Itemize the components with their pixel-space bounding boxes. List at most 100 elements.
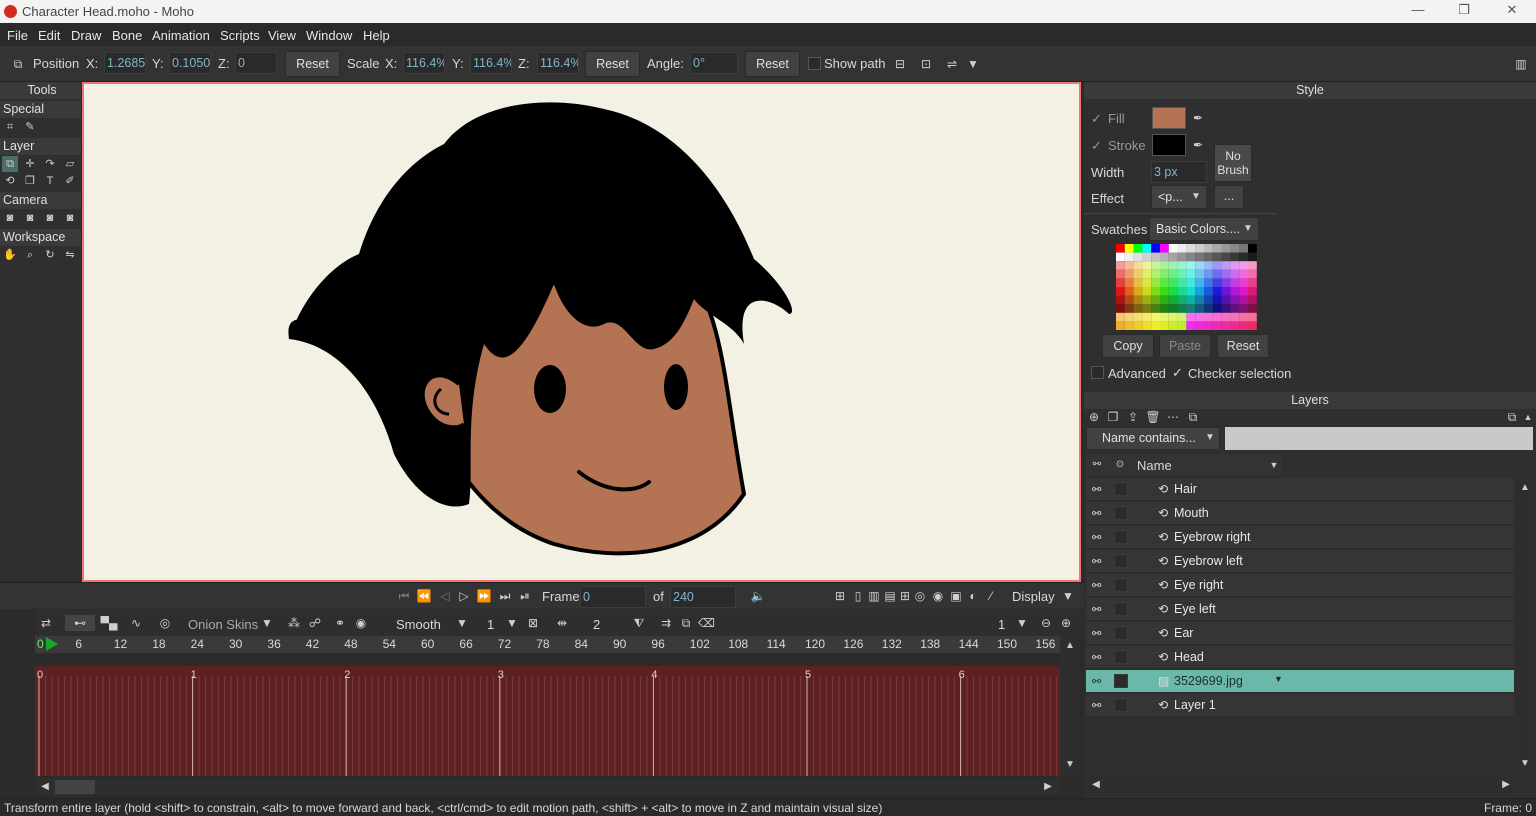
chevron-down-icon[interactable]: ▼ <box>1188 189 1204 205</box>
palette-swatch[interactable] <box>1204 312 1213 322</box>
loop-icon[interactable]: ⏯ <box>517 588 533 604</box>
effect-more-button[interactable]: ... <box>1214 185 1244 209</box>
name-column-header[interactable]: Name <box>1137 458 1172 473</box>
layer-row[interactable]: ⚯ ⟲ Eye left <box>1086 598 1514 621</box>
preview-icon[interactable]: ◐ <box>965 588 981 604</box>
palette-swatch[interactable] <box>1239 312 1248 322</box>
layer-copy-tool-icon[interactable]: ❐ <box>22 173 38 189</box>
eye-icon[interactable]: ⚯ <box>1092 699 1101 712</box>
channels-icon[interactable]: ⇄ <box>38 615 54 631</box>
palette-swatch[interactable] <box>1168 321 1178 330</box>
palette-swatch[interactable] <box>1195 312 1204 322</box>
delete-keys-icon[interactable]: ⌫ <box>698 615 715 631</box>
step-back-icon[interactable]: ⏪ <box>416 588 432 604</box>
zoom-icon[interactable]: ⌕ <box>22 247 38 263</box>
palette-swatch[interactable] <box>1230 287 1240 296</box>
fill-eyedropper-icon[interactable]: ✒ <box>1190 110 1206 126</box>
display-options-icon[interactable]: ⇌ <box>944 56 960 72</box>
scroll-down-icon[interactable]: ▼ <box>1517 756 1533 772</box>
layer-row[interactable]: ⚯ ⟲ Head <box>1086 646 1514 669</box>
layer-row[interactable]: ⚯ ⟲ Eyebrow right <box>1086 526 1514 549</box>
palette-swatch[interactable] <box>1142 287 1152 296</box>
palette-swatch[interactable] <box>1160 244 1169 253</box>
layer-search-input[interactable] <box>1225 427 1533 450</box>
palette-swatch[interactable] <box>1195 287 1204 296</box>
palette-swatch[interactable] <box>1212 244 1222 253</box>
palette-swatch[interactable] <box>1142 321 1152 330</box>
palette-swatch[interactable] <box>1186 269 1196 279</box>
layer-lock-toggle[interactable] <box>1114 530 1128 544</box>
palette-swatch[interactable] <box>1142 252 1152 262</box>
palette-swatch[interactable] <box>1151 261 1160 270</box>
scroll-right-icon[interactable]: ▶ <box>1040 779 1056 795</box>
palette-swatch[interactable] <box>1151 278 1160 287</box>
layer-lock-toggle[interactable] <box>1114 626 1128 640</box>
previous-frame-icon[interactable]: ◁ <box>437 588 453 604</box>
paste-button[interactable]: Paste <box>1159 334 1211 358</box>
translate-tool-icon[interactable]: ✛ <box>22 156 38 172</box>
onion-skin-icon[interactable]: ◎ <box>157 615 173 631</box>
panel-float-icon[interactable]: ⧉ <box>1504 409 1520 425</box>
palette-swatch[interactable] <box>1160 295 1169 305</box>
eye-icon[interactable]: ⚯ <box>1092 627 1101 640</box>
camera-track-icon[interactable]: ◙ <box>2 210 18 226</box>
palette-swatch[interactable] <box>1160 252 1169 262</box>
palette-swatch[interactable] <box>1248 278 1257 287</box>
palette-swatch[interactable] <box>1212 321 1222 330</box>
palette-swatch[interactable] <box>1195 252 1204 262</box>
maximize-button[interactable]: ❐ <box>1449 2 1479 20</box>
eye-icon[interactable]: ⚯ <box>1092 507 1101 520</box>
palette-swatch[interactable] <box>1177 287 1187 296</box>
menu-help[interactable]: Help <box>363 28 390 43</box>
palette-swatch[interactable] <box>1124 278 1134 287</box>
palette-swatch[interactable] <box>1239 287 1248 296</box>
layer-row[interactable]: ⚯ ⟲ Eye right <box>1086 574 1514 597</box>
interpolation-dropdown[interactable]: Smooth <box>396 617 441 632</box>
layer-row[interactable]: ⚯ ▨ 3529699.jpg ▼ <box>1086 670 1514 693</box>
palette-swatch[interactable] <box>1168 244 1178 253</box>
menu-bone[interactable]: Bone <box>112 28 142 43</box>
chevron-down-icon[interactable]: ▼ <box>1060 588 1076 604</box>
brush-preview-icon[interactable]: ⁄ <box>983 588 999 604</box>
palette-swatch[interactable] <box>1248 287 1257 296</box>
palette-swatch[interactable] <box>1151 287 1160 296</box>
display-dropdown[interactable]: Display <box>1012 589 1055 604</box>
visibility-column-icon[interactable]: ⚯ <box>1089 457 1105 473</box>
palette-swatch[interactable] <box>1168 261 1178 270</box>
palette-swatch[interactable] <box>1133 252 1143 262</box>
palette-swatch[interactable] <box>1230 278 1240 287</box>
palette-swatch[interactable] <box>1186 295 1196 305</box>
palette-swatch[interactable] <box>1248 312 1257 322</box>
palette-swatch[interactable] <box>1212 295 1222 305</box>
next-frame-icon[interactable]: ⏩ <box>476 588 492 604</box>
palette-swatch[interactable] <box>1160 312 1169 322</box>
hand-icon[interactable]: ✋ <box>2 247 18 263</box>
chevron-down-icon[interactable]: ▼ <box>1202 430 1218 446</box>
palette-swatch[interactable] <box>1239 252 1248 262</box>
palette-swatch[interactable] <box>1142 304 1152 313</box>
eye-icon[interactable]: ⚯ <box>1092 675 1101 688</box>
palette-swatch[interactable] <box>1133 269 1143 279</box>
camera-zoom-icon[interactable]: ◙ <box>22 210 38 226</box>
advanced-checkbox[interactable] <box>1091 366 1104 379</box>
palette-swatch[interactable] <box>1151 244 1160 253</box>
palette-swatch[interactable] <box>1168 252 1178 262</box>
rotate-layer-tool-icon[interactable]: ⟲ <box>2 173 18 189</box>
palette-swatch[interactable] <box>1133 321 1143 330</box>
zoom-out-icon[interactable]: ⊖ <box>1038 615 1054 631</box>
palette-swatch[interactable] <box>1248 321 1257 330</box>
palette-swatch[interactable] <box>1230 261 1240 270</box>
palette-swatch[interactable] <box>1195 321 1204 330</box>
layer-row[interactable]: ⚯ ⟲ Eyebrow left <box>1086 550 1514 573</box>
palette-swatch[interactable] <box>1160 287 1169 296</box>
palette-swatch[interactable] <box>1195 261 1204 270</box>
palette-swatch[interactable] <box>1124 269 1134 279</box>
palette-swatch[interactable] <box>1204 269 1213 279</box>
keys-value[interactable]: 2 <box>593 617 600 632</box>
palette-swatch[interactable] <box>1116 295 1125 305</box>
scroll-left-icon[interactable]: ◀ <box>1088 777 1104 793</box>
palette-swatch[interactable] <box>1186 287 1196 296</box>
scale-y-field[interactable]: 116.4% <box>470 52 512 74</box>
layer-lock-toggle[interactable] <box>1114 698 1128 712</box>
stereo-icon[interactable]: ▣ <box>948 588 964 604</box>
